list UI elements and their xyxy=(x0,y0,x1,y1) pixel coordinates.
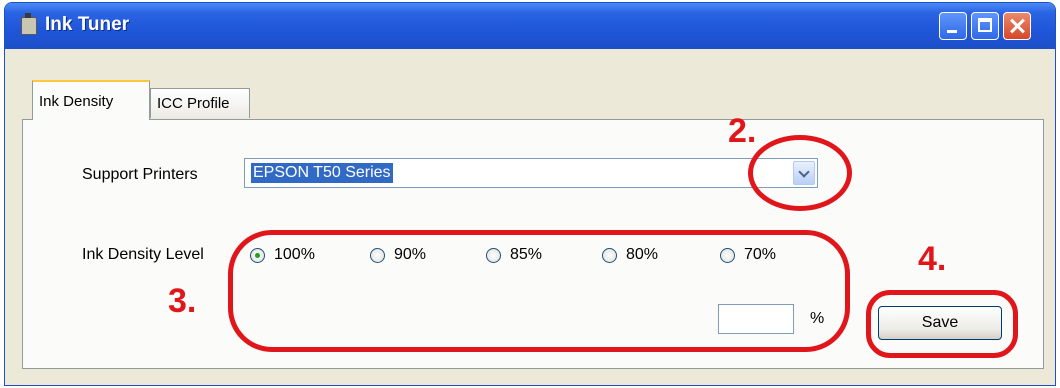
annotation-region-3 xyxy=(228,230,850,352)
tab-ink-density[interactable]: Ink Density xyxy=(32,80,150,120)
support-printers-label: Support Printers xyxy=(82,166,198,183)
annotation-circle-2 xyxy=(748,135,852,211)
printer-select-value: EPSON T50 Series xyxy=(251,163,393,183)
close-button[interactable] xyxy=(1003,12,1031,40)
printer-select[interactable]: EPSON T50 Series xyxy=(244,158,818,188)
annotation-number-2: 2. xyxy=(728,112,757,150)
minimize-button[interactable] xyxy=(939,12,967,40)
tab-icc-profile[interactable]: ICC Profile xyxy=(150,88,250,118)
maximize-button[interactable] xyxy=(971,12,999,40)
window-title: Ink Tuner xyxy=(45,14,130,35)
ink-density-level-label: Ink Density Level xyxy=(82,246,204,263)
annotation-region-4 xyxy=(866,290,1018,358)
title-bar[interactable]: Ink Tuner xyxy=(5,3,1055,49)
printer-icon xyxy=(21,13,37,35)
annotation-number-4: 4. xyxy=(918,240,947,278)
annotation-number-3: 3. xyxy=(168,282,197,320)
